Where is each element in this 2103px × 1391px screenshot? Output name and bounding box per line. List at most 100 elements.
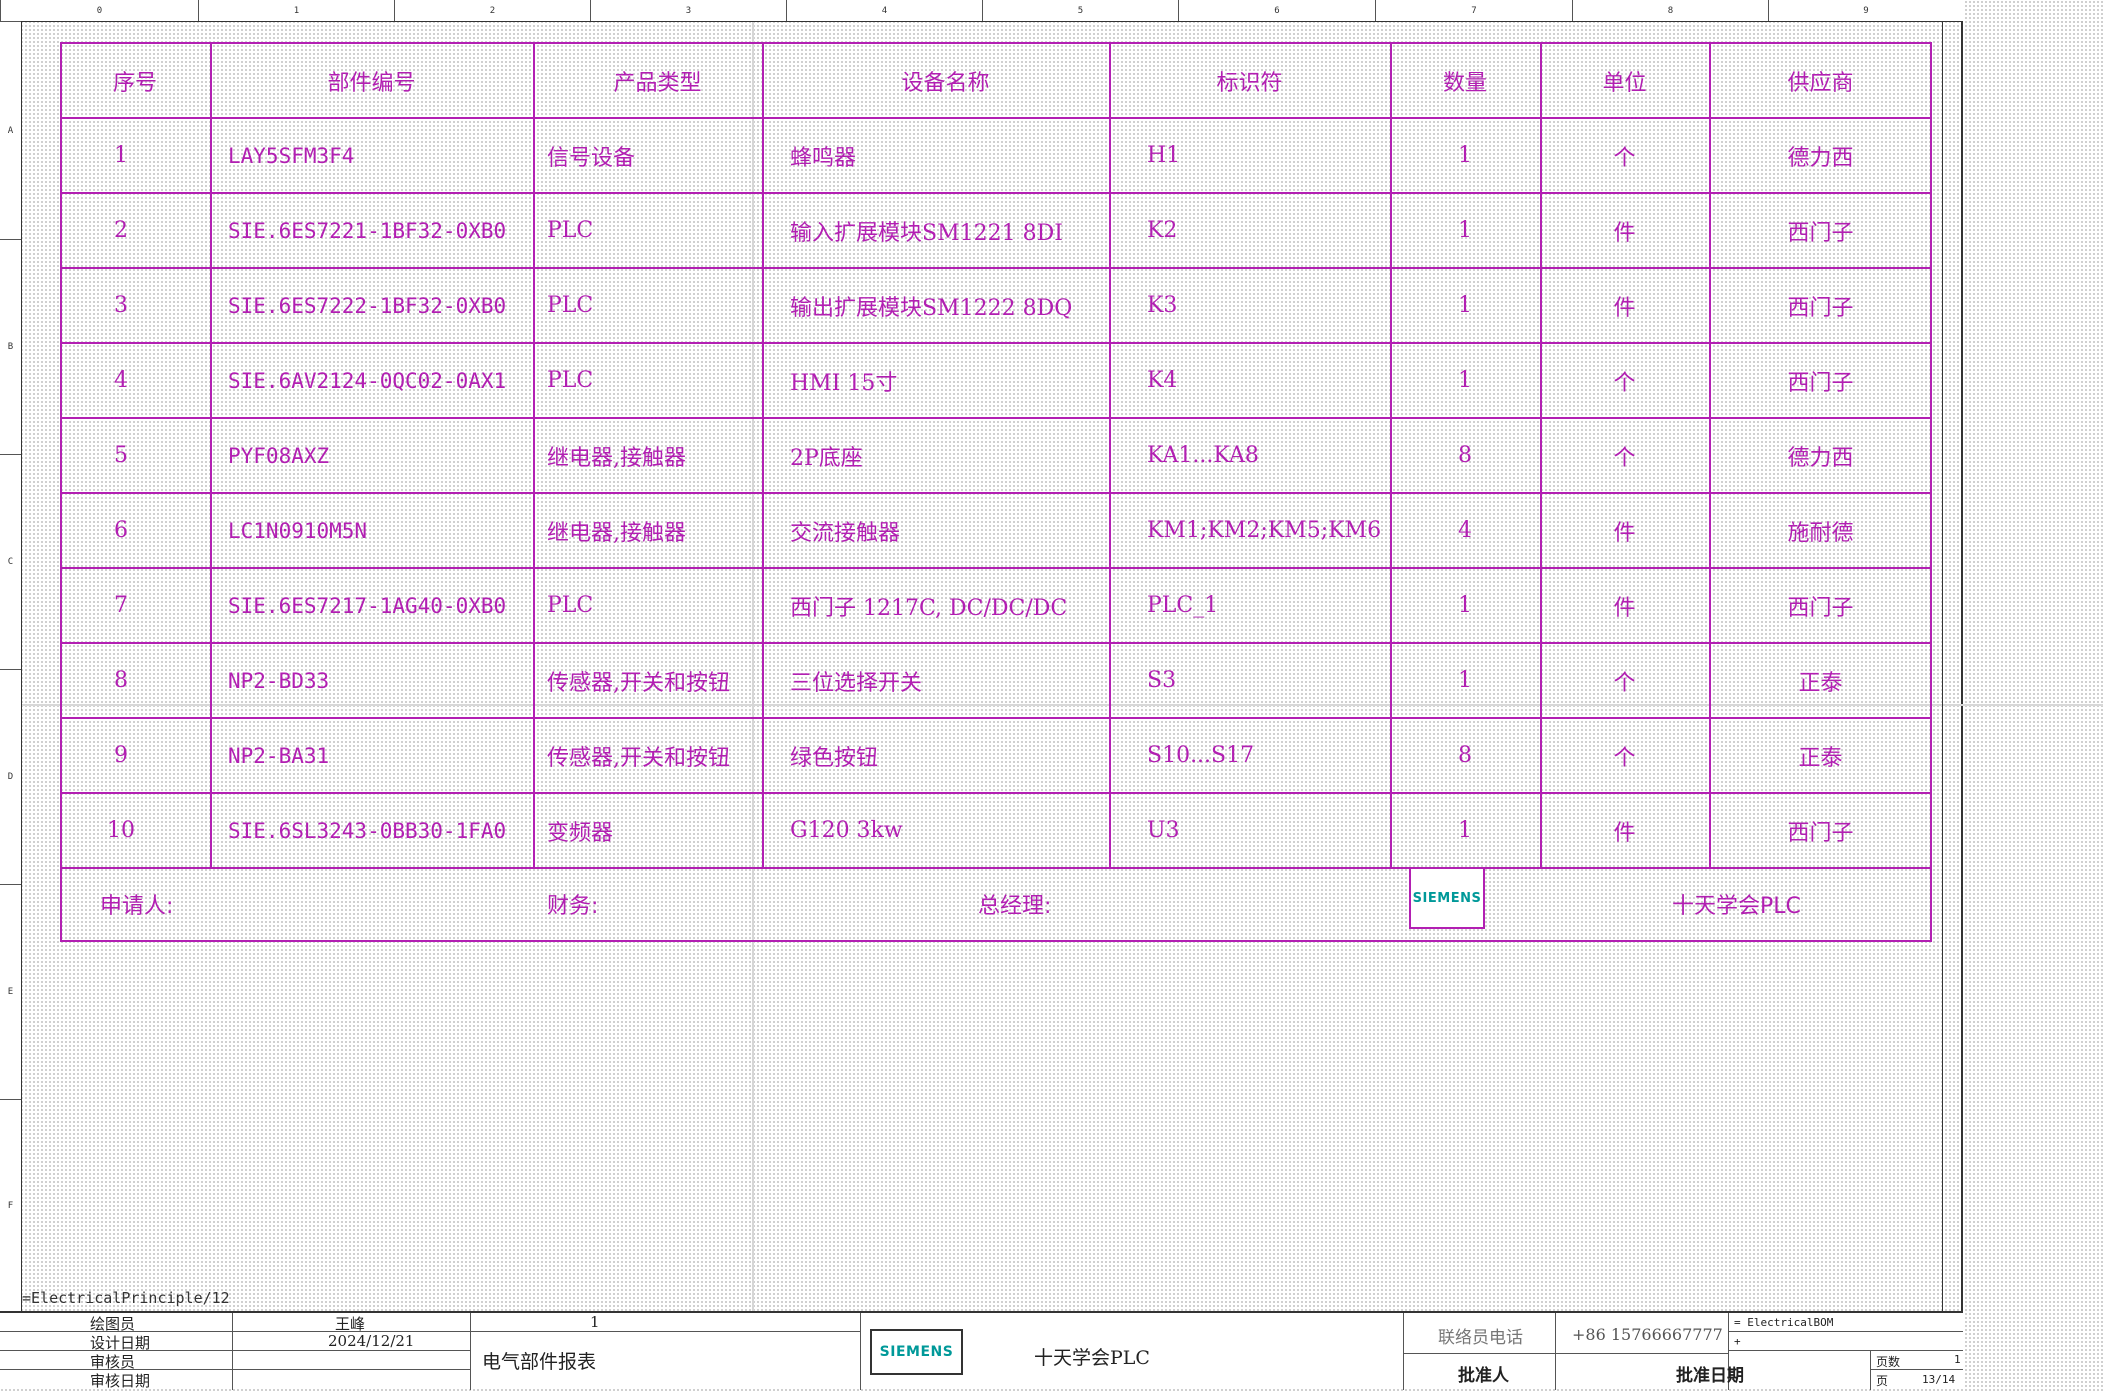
table-cell: 件	[1613, 520, 1636, 546]
table-cell: 蜂鸣器	[790, 145, 857, 171]
signature-manager: 总经理:	[978, 894, 1052, 919]
table-cell: 件	[1613, 220, 1636, 246]
path-label: =ElectricalPrinciple/12	[22, 1289, 230, 1307]
tb-page-label: 页数	[1876, 1355, 1901, 1369]
table-cell: KM1;KM2;KM5;KM6	[1147, 518, 1382, 543]
table-cell: 继电器,接触器	[547, 445, 686, 471]
tb-contact-phone: +86 15766667777	[1572, 1325, 1723, 1344]
table-cell: 2P底座	[790, 445, 863, 471]
ruler-col: 3	[590, 0, 786, 21]
table-cell: 西门子 1217C, DC/DC/DC	[790, 595, 1068, 621]
table-cell: 个	[1613, 370, 1636, 396]
ruler-col: 7	[1375, 0, 1572, 21]
ruler-col: 6	[1178, 0, 1375, 21]
ruler-col: 8	[1572, 0, 1768, 21]
table-cell: S10...S17	[1147, 743, 1255, 768]
table-cell: 3	[114, 293, 128, 318]
table-cell: 传感器,开关和按钮	[547, 745, 730, 771]
tb-page-count: 1	[1954, 1353, 1961, 1366]
table-cell: 交流接触器	[790, 520, 901, 546]
table-cell: 德力西	[1787, 145, 1854, 171]
table-cell: U3	[1147, 818, 1180, 843]
table-cell: 个	[1613, 145, 1636, 171]
tb-label-drawer: 绘图员	[90, 1315, 136, 1333]
tb-approver-label: 批准人	[1458, 1366, 1509, 1386]
ruler-col: 4	[786, 0, 982, 21]
table-cell: 正泰	[1798, 745, 1843, 771]
tb-design-date: 2024/12/21	[328, 1332, 415, 1350]
table-cell: 件	[1613, 820, 1636, 846]
table-column-line	[1109, 42, 1111, 867]
table-cell: SIE.6AV2124-0QC02-0AX1	[228, 368, 507, 393]
tb-page-number: 13/14	[1922, 1373, 1956, 1386]
table-cell: 10	[107, 818, 135, 843]
table-cell: KA1...KA8	[1147, 443, 1259, 468]
table-cell: 6	[114, 518, 128, 543]
table-cell: 2	[114, 218, 128, 243]
tb-doc-title: 电气部件报表	[482, 1351, 597, 1373]
table-cell: SIE.6ES7221-1BF32-0XB0	[228, 218, 507, 243]
ruler-row: E	[0, 884, 21, 1099]
table-cell: 件	[1613, 295, 1636, 321]
table-cell: 正泰	[1798, 670, 1843, 696]
bom-table: 序号 部件编号 产品类型 设备名称 标识符 数量 单位 供应商 1 LAY5SFM3F4 信号设备 蜂…	[60, 42, 1932, 942]
signature-applicant: 申请人:	[100, 894, 174, 919]
table-cell: NP2-BD33	[228, 668, 330, 693]
table-cell: LAY5SFM3F4	[228, 143, 355, 168]
table-cell: 传感器,开关和按钮	[547, 670, 730, 696]
table-cell: 5	[114, 443, 128, 468]
signature-finance: 财务:	[547, 894, 599, 919]
table-cell: 施耐德	[1787, 520, 1854, 546]
table-header-cell: 序号	[112, 70, 157, 96]
tb-approve-date-label: 批准日期	[1676, 1366, 1744, 1386]
tb-siemens-logo: SIEMENS	[870, 1329, 963, 1375]
table-cell: 8	[1458, 743, 1472, 768]
ruler-row: D	[0, 669, 21, 884]
table-cell: 9	[114, 743, 128, 768]
table-column-line	[533, 42, 535, 867]
siemens-logo: SIEMENS	[1409, 867, 1485, 929]
left-ruler: A B C D E F	[0, 21, 22, 1311]
tb-drawer-name: 王峰	[335, 1315, 366, 1333]
table-cell: 4	[114, 368, 128, 393]
table-cell: S3	[1147, 668, 1177, 693]
table-cell: 绿色按钮	[790, 745, 879, 771]
table-column-line	[210, 42, 212, 867]
table-cell: 西门子	[1787, 220, 1854, 246]
table-cell: 西门子	[1787, 595, 1854, 621]
signature-row: 申请人: 财务: 总经理: 十天学会PLC SIEMENS	[60, 867, 1932, 942]
ruler-row: A	[0, 21, 21, 239]
tb-contact-label: 联络员电话	[1438, 1328, 1523, 1348]
ruler-row: B	[0, 239, 21, 454]
top-ruler: 0 1 2 3 4 5 6 7 8 9	[0, 0, 1963, 22]
table-cell: 西门子	[1787, 820, 1854, 846]
table-cell: LC1N0910M5N	[228, 518, 368, 543]
tb-code: = ElectricalBOM	[1734, 1316, 1834, 1329]
table-cell: 变频器	[547, 820, 614, 846]
table-cell: PLC	[547, 293, 594, 318]
ruler-col: 5	[982, 0, 1178, 21]
title-block: 绘图员 设计日期 审核员 审核日期 王峰 2024/12/21 1 电气部件报表…	[0, 1311, 1963, 1390]
ruler-col: 0	[0, 0, 198, 21]
frame-right-line	[1942, 21, 1943, 1311]
table-header-cell: 标识符	[1216, 70, 1283, 96]
table-cell: 1	[1458, 293, 1472, 318]
table-cell: 继电器,接触器	[547, 520, 686, 546]
table-cell: 8	[1458, 443, 1472, 468]
table-cell: G120 3kw	[790, 818, 903, 843]
table-cell: PLC_1	[1147, 593, 1219, 618]
table-cell: H1	[1147, 143, 1181, 168]
table-header-cell: 单位	[1602, 70, 1647, 96]
ruler-col: 1	[198, 0, 394, 21]
table-cell: 个	[1613, 670, 1636, 696]
table-header-cell: 供应商	[1787, 70, 1854, 96]
ruler-col: 9	[1768, 0, 1963, 21]
table-cell: 1	[1458, 368, 1472, 393]
signature-company: 十天学会PLC	[1672, 894, 1801, 919]
table-cell: 三位选择开关	[790, 670, 923, 696]
table-cell: 4	[1458, 518, 1472, 543]
table-column-line	[762, 42, 764, 867]
table-cell: 1	[1458, 218, 1472, 243]
table-cell: PLC	[547, 593, 594, 618]
table-cell: HMI 15寸	[790, 370, 898, 396]
